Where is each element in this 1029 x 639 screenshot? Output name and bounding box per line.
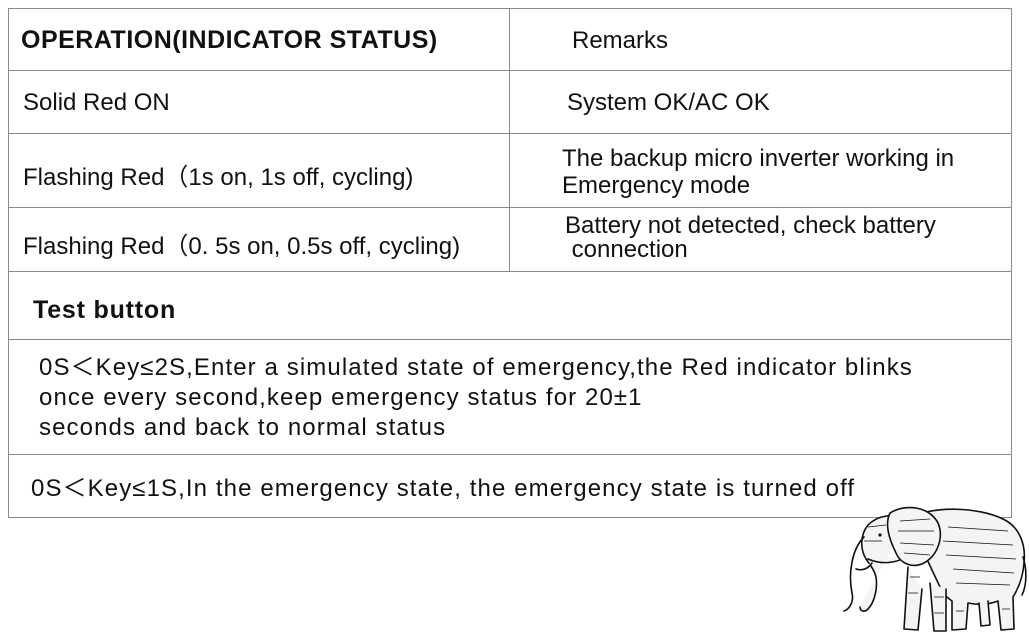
row-divider [9,70,1011,71]
remarks-header: Remarks [572,27,669,54]
column-divider [509,9,510,271]
operation-header: OPERATION(INDICATOR STATUS) [21,26,438,54]
description-line: seconds and back to normal status [39,414,447,441]
remarks-line: Emergency mode [562,172,751,199]
row-divider [9,207,1011,208]
test-button-title: Test button [33,296,177,324]
row-divider [9,271,1011,272]
remarks-line: Battery not detected, check battery [565,212,936,239]
row-1-operation: Solid Red ON [23,89,170,116]
row-2-remarks: The backup micro inverter working in Eme… [562,145,954,199]
row-divider [9,339,1011,340]
test-button-description-2: 0S＜Key≤1S,In the emergency state, the em… [31,475,856,502]
description-line: 0S＜Key≤2S,Enter a simulated state of eme… [39,354,913,381]
remarks-line: connection [565,236,688,263]
description-line: once every second,keep emergency status … [39,384,643,411]
row-3-remarks: Battery not detected, check battery conn… [565,214,936,262]
elephant-illustration [843,506,1027,632]
row-3-operation: Flashing Red（0. 5s on, 0.5s off, cycling… [23,233,461,260]
row-divider [9,454,1011,455]
test-button-description-1: 0S＜Key≤2S,Enter a simulated state of eme… [39,353,913,443]
remarks-line: The backup micro inverter working in [562,145,955,172]
indicator-status-table: OPERATION(INDICATOR STATUS) Remarks Soli… [8,8,1012,518]
row-1-remarks: System OK/AC OK [567,89,770,116]
row-divider [9,133,1011,134]
row-2-operation: Flashing Red（1s on, 1s off, cycling) [23,164,414,191]
